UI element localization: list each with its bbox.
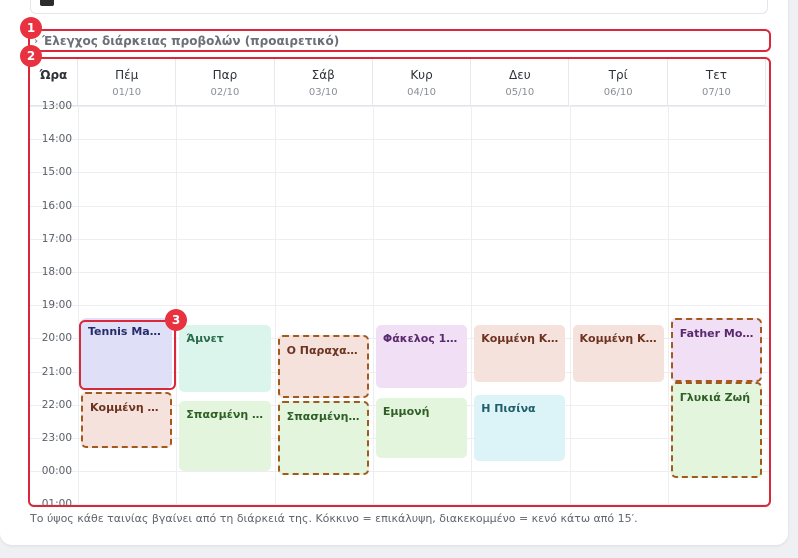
hour-gridline	[30, 504, 770, 506]
hour-gridline	[30, 272, 770, 273]
legend-footnote: Το ύψος κάθε ταινίας βγαίνει από τη διάρ…	[30, 512, 638, 525]
hour-label: 13:00	[41, 100, 72, 112]
day-name: Δευ	[509, 68, 531, 82]
hour-label: 16:00	[41, 199, 72, 212]
day-header[interactable]: Δευ 05/10	[471, 58, 570, 106]
hour-label: 20:00	[41, 332, 72, 345]
day-header[interactable]: Παρ 02/10	[176, 58, 275, 106]
movie-thumbnail	[40, 0, 54, 6]
hour-gridline	[30, 305, 770, 307]
annotation-badge-1: 1	[20, 17, 42, 39]
time-header-label: Ώρα	[39, 68, 68, 82]
week-calendar: Ώρα Πέμ 01/10 Παρ 02/10 Σάβ 03/10 Κυρ 04/10 Δευ 05…	[30, 58, 770, 506]
movie-event[interactable]: Εμμονή	[375, 398, 468, 458]
hour-gridline	[30, 238, 770, 240]
day-header[interactable]: Κυρ 04/10	[372, 58, 472, 106]
movie-event[interactable]: Φάκελος 137	[375, 325, 468, 389]
hour-label: 23:00	[41, 432, 72, 444]
hour-gridline	[30, 205, 770, 207]
movie-event[interactable]: Tennis Maes…	[81, 318, 173, 389]
day-header[interactable]: Πέμ 01/10	[78, 58, 177, 106]
annotation-badge-2: 2	[20, 45, 42, 67]
day-name: Πέμ	[115, 68, 139, 82]
movie-event[interactable]: Κομμένη Κλ…	[81, 391, 173, 448]
hour-label: 15:00	[41, 166, 72, 179]
day-name: Τρί	[608, 68, 628, 82]
movie-event[interactable]: Η Πισίνα	[474, 394, 566, 462]
day-name: Κυρ	[410, 68, 433, 82]
day-date: 04/10	[407, 87, 436, 98]
day-name: Παρ	[212, 68, 238, 82]
day-date: 06/10	[603, 87, 633, 98]
time-column-header: Ώρα	[30, 58, 78, 106]
movie-event[interactable]: Κομμένη Κλ…	[572, 325, 664, 382]
day-name: Τετ	[705, 68, 727, 82]
hour-gridline	[30, 172, 770, 174]
duration-check-toggle[interactable]: › Έλεγχος διάρκειας προβολών (προαιρετικ…	[34, 32, 339, 50]
day-date: 07/10	[702, 87, 731, 98]
annotation-badge-3: 3	[165, 309, 187, 331]
movie-event[interactable]: Σπασμένη Φ…	[277, 401, 369, 475]
hour-label: 17:00	[41, 232, 72, 245]
movie-event[interactable]: Σπασμένη Φ…	[179, 401, 271, 472]
movie-event[interactable]: Άμνετ	[179, 325, 271, 392]
hour-label: 22:00	[41, 398, 72, 411]
day-header[interactable]: Σάβ 03/10	[274, 58, 373, 106]
movie-event[interactable]: Κομμένη Κλ…	[474, 325, 566, 382]
movie-event[interactable]: Ο Παραχαρά…	[277, 335, 369, 399]
day-date: 03/10	[308, 87, 338, 98]
day-name: Σάβ	[311, 68, 335, 82]
hour-gridline	[30, 106, 770, 107]
hour-label: 19:00	[41, 299, 72, 312]
day-header[interactable]: Τρί 06/10	[569, 58, 668, 106]
hour-gridline	[30, 139, 770, 141]
hour-label: 18:00	[41, 266, 72, 278]
hour-label: 00:00	[41, 465, 72, 478]
duration-check-label: Έλεγχος διάρκειας προβολών (προαιρετικό)	[42, 34, 340, 48]
day-date: 01/10	[112, 87, 142, 98]
hour-label: 14:00	[41, 133, 72, 146]
day-date: 05/10	[505, 87, 535, 98]
previous-movie-card[interactable]	[30, 0, 768, 14]
day-date: 02/10	[210, 87, 240, 98]
day-header[interactable]: Τετ 07/10	[667, 58, 767, 106]
hour-gridline	[30, 471, 770, 473]
movie-event[interactable]: Father Moth…	[670, 318, 763, 382]
hour-label: 21:00	[41, 365, 72, 378]
hour-label: 01:00	[41, 498, 72, 506]
movie-event[interactable]: Γλυκιά Ζωή	[670, 381, 763, 478]
